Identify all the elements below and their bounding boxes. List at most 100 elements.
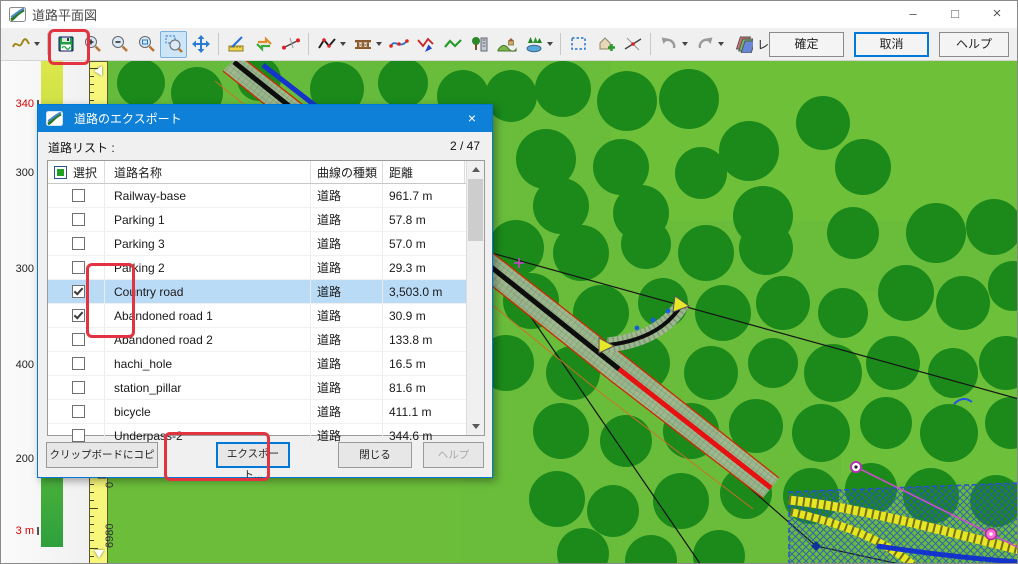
intersect-lines-button[interactable] [619, 31, 646, 58]
export-button[interactable]: エクスポート... [216, 442, 290, 468]
distance-cell: 30.9 m [383, 304, 465, 327]
export-dialog: 道路のエクスポート × 道路リスト : 2 / 47 選択 道路名称 曲線の種類… [37, 104, 493, 478]
table-row[interactable]: Abandoned road 1道路30.9 m [48, 304, 484, 328]
pan-button[interactable] [187, 31, 214, 58]
zoom-extent-button[interactable] [133, 31, 160, 58]
select-region-button[interactable] [565, 31, 592, 58]
curve-points-tool-button[interactable] [385, 31, 412, 58]
dialog-icon [46, 111, 63, 126]
close-button[interactable]: × [977, 1, 1017, 28]
measure-tool-button[interactable] [223, 31, 250, 58]
table-row[interactable]: Parking 3道路57.0 m [48, 232, 484, 256]
header-curve-type[interactable]: 曲線の種類 [311, 161, 383, 183]
dialog-close-action-button[interactable]: 閉じる [338, 442, 412, 468]
table-row[interactable]: Parking 1道路57.8 m [48, 208, 484, 232]
redo-button[interactable] [691, 31, 718, 58]
row-select-cell [48, 328, 105, 351]
minimize-button[interactable]: – [893, 1, 933, 28]
trim-line-button[interactable] [277, 31, 304, 58]
row-checkbox[interactable] [72, 237, 85, 250]
zoom-out-icon [110, 34, 130, 54]
road-table: 選択 道路名称 曲線の種類 距離 Railway-base道路961.7 mPa… [47, 160, 485, 436]
road-name-cell: Parking 3 [105, 232, 311, 255]
table-row[interactable]: Country road道路3,503.0 m [48, 280, 484, 304]
add-structure-button[interactable] [592, 31, 619, 58]
distance-cell: 16.5 m [383, 352, 465, 375]
dialog-title-bar[interactable]: 道路のエクスポート × [38, 105, 492, 132]
scroll-down-arrow-icon[interactable] [467, 418, 484, 435]
forest-pond-tool-button[interactable] [520, 31, 547, 58]
row-checkbox[interactable] [72, 285, 85, 298]
terrain-tool-button[interactable] [493, 31, 520, 58]
curve-type-cell: 道路 [311, 304, 383, 327]
maximize-button[interactable]: □ [935, 1, 975, 28]
row-checkbox[interactable] [72, 429, 85, 442]
chevron-down-icon[interactable] [547, 42, 553, 46]
refresh-swap-button[interactable] [250, 31, 277, 58]
curve-type-cell: 道路 [311, 208, 383, 231]
cancel-button[interactable]: 取消 [854, 32, 929, 57]
row-select-cell [48, 208, 105, 231]
header-select: 選択 [48, 161, 105, 183]
chevron-down-icon[interactable] [34, 42, 40, 46]
tree-building-tool-button[interactable] [466, 31, 493, 58]
row-checkbox[interactable] [72, 381, 85, 394]
row-select-cell [48, 256, 105, 279]
alignment-curve-tool-button[interactable] [7, 31, 34, 58]
chevron-down-icon[interactable] [376, 42, 382, 46]
zoom-window-button[interactable] [160, 31, 187, 58]
table-scrollbar[interactable] [466, 161, 484, 435]
dialog-close-button[interactable]: × [452, 105, 492, 132]
scale-label: 340 [16, 98, 39, 110]
toolbar: レイヤー 確定 取消 ヘルプ [1, 28, 1017, 61]
row-checkbox[interactable] [72, 405, 85, 418]
road-name-cell: Abandoned road 1 [105, 304, 311, 327]
scrollbar-thumb[interactable] [468, 179, 483, 241]
chevron-down-icon[interactable] [340, 42, 346, 46]
app-window: 3403003004002003 m 7140 0 6980 道路平面図 – □… [0, 0, 1018, 564]
select-all-checkbox[interactable] [54, 166, 67, 179]
green-polyline-tool-button[interactable] [439, 31, 466, 58]
chevron-down-icon[interactable] [682, 42, 688, 46]
row-checkbox[interactable] [72, 309, 85, 322]
header-road-name[interactable]: 道路名称 [105, 161, 311, 183]
table-row[interactable]: station_pillar道路81.6 m [48, 376, 484, 400]
forest-pond-icon [524, 34, 544, 54]
road-name-cell: Railway-base [105, 184, 311, 207]
row-checkbox[interactable] [72, 333, 85, 346]
table-row[interactable]: bicycle道路411.1 m [48, 400, 484, 424]
table-row[interactable]: Parking 2道路29.3 m [48, 256, 484, 280]
scroll-up-arrow-icon[interactable] [467, 161, 484, 178]
undo-button[interactable] [655, 31, 682, 58]
bridge-tool-button[interactable] [349, 31, 376, 58]
table-row[interactable]: hachi_hole道路16.5 m [48, 352, 484, 376]
zoom-in-button[interactable] [79, 31, 106, 58]
terrain-icon [497, 34, 517, 54]
curve-type-cell: 道路 [311, 232, 383, 255]
copy-to-clipboard-button[interactable]: クリップボードにコピー [46, 442, 158, 468]
flight-route-tool-button[interactable] [412, 31, 439, 58]
row-checkbox[interactable] [72, 261, 85, 274]
table-row[interactable]: Railway-base道路961.7 m [48, 184, 484, 208]
road-name-cell: Parking 1 [105, 208, 311, 231]
zoom-window-icon [164, 34, 184, 54]
green-polyline-icon [443, 34, 463, 54]
row-checkbox[interactable] [72, 189, 85, 202]
curve-type-cell: 道路 [311, 400, 383, 423]
road-name-cell: bicycle [105, 400, 311, 423]
intersect-lines-icon [623, 34, 643, 54]
distance-cell: 411.1 m [383, 400, 465, 423]
save-button[interactable] [52, 31, 79, 58]
polyline-tool-button[interactable] [313, 31, 340, 58]
table-row[interactable]: Abandoned road 2道路133.8 m [48, 328, 484, 352]
chevron-down-icon[interactable] [718, 42, 724, 46]
help-button[interactable]: ヘルプ [939, 32, 1009, 57]
zoom-out-button[interactable] [106, 31, 133, 58]
distance-cell: 57.0 m [383, 232, 465, 255]
row-checkbox[interactable] [72, 213, 85, 226]
header-distance[interactable]: 距離 [383, 161, 465, 183]
row-checkbox[interactable] [72, 357, 85, 370]
pan-icon [191, 34, 211, 54]
row-select-cell [48, 304, 105, 327]
confirm-button[interactable]: 確定 [769, 32, 844, 57]
